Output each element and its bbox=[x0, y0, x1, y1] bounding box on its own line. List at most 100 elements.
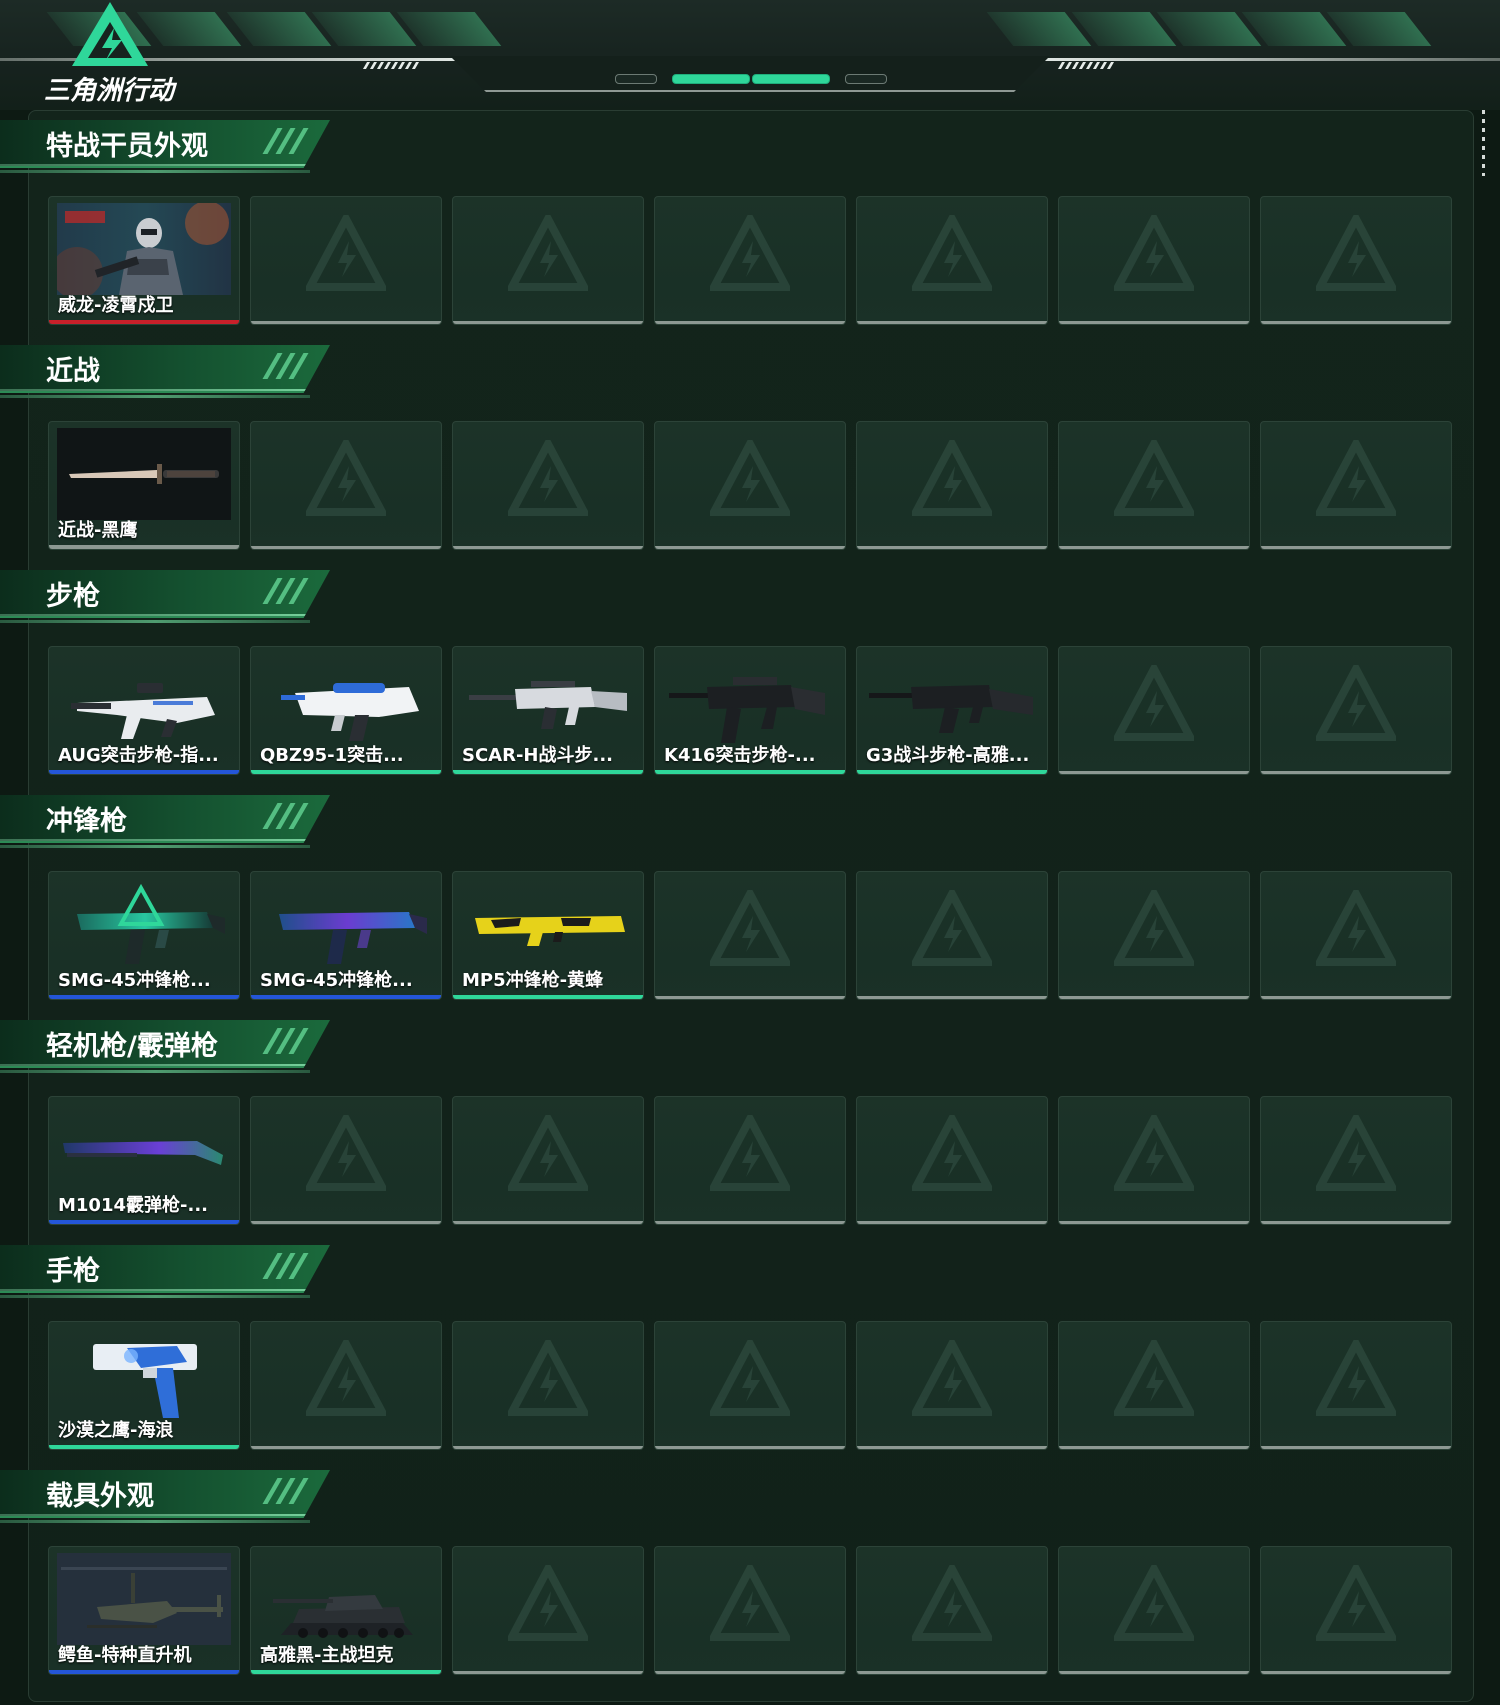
empty-slot-logo-icon bbox=[1316, 890, 1396, 966]
empty-slot-logo-icon bbox=[710, 440, 790, 516]
empty-slot bbox=[1058, 1321, 1250, 1450]
skin-card[interactable]: SMG-45冲锋枪... bbox=[250, 871, 442, 1000]
empty-slot bbox=[654, 421, 846, 550]
empty-slot-logo-icon bbox=[1316, 215, 1396, 291]
empty-slot bbox=[250, 1321, 442, 1450]
rarity-bar bbox=[49, 1445, 239, 1449]
empty-slot-logo-icon bbox=[508, 1115, 588, 1191]
empty-slot bbox=[452, 1096, 644, 1225]
empty-slot bbox=[452, 1546, 644, 1675]
skin-card[interactable]: K416突击步枪-... bbox=[654, 646, 846, 775]
skin-card[interactable]: 沙漠之鹰-海浪 bbox=[48, 1321, 240, 1450]
empty-slot bbox=[654, 1096, 846, 1225]
category-section: 特战干员外观 威龙-凌霄戍卫 bbox=[0, 110, 1500, 335]
empty-slot-logo-icon bbox=[1114, 1340, 1194, 1416]
empty-slot-logo-icon bbox=[912, 215, 992, 291]
rarity-bar bbox=[251, 770, 441, 774]
empty-slot-logo-icon bbox=[508, 1565, 588, 1641]
empty-slot-logo-icon bbox=[912, 890, 992, 966]
rarity-bar bbox=[453, 995, 643, 999]
rarity-bar bbox=[49, 1220, 239, 1224]
empty-slot bbox=[1058, 646, 1250, 775]
qbz-thumbnail bbox=[281, 683, 419, 741]
skin-card-label: 沙漠之鹰-海浪 bbox=[58, 1420, 174, 1441]
section-accent-line bbox=[0, 1520, 310, 1523]
empty-slot-logo-icon bbox=[1316, 1115, 1396, 1191]
empty-slot-logo-icon bbox=[508, 215, 588, 291]
category-section: 载具外观 鳄鱼-特种直升机 高雅黑-主战坦克 bbox=[0, 1460, 1500, 1685]
empty-slot bbox=[1058, 1546, 1250, 1675]
rarity-bar bbox=[49, 770, 239, 774]
bullpup-thumbnail bbox=[71, 683, 215, 739]
skin-card[interactable]: G3战斗步枪-高雅... bbox=[856, 646, 1048, 775]
header-tick bbox=[1092, 62, 1101, 69]
category-section: 近战 近战-黑鹰 bbox=[0, 335, 1500, 560]
header-tick bbox=[369, 62, 378, 69]
smg-teal-thumbnail bbox=[77, 883, 225, 964]
tank-thumbnail bbox=[273, 1595, 413, 1638]
rarity-bar bbox=[49, 995, 239, 999]
section-accent-line bbox=[0, 1070, 310, 1073]
skin-card[interactable]: SCAR-H战斗步... bbox=[452, 646, 644, 775]
rarity-bar bbox=[49, 1670, 239, 1674]
category-section: 手枪 沙漠之鹰-海浪 bbox=[0, 1235, 1500, 1460]
header-tick bbox=[390, 62, 399, 69]
skin-card-label: AUG突击步枪-指... bbox=[58, 745, 219, 766]
empty-slot bbox=[856, 196, 1048, 325]
section-accent-line bbox=[0, 1295, 310, 1298]
header-indicator-active bbox=[672, 74, 750, 84]
skin-card[interactable]: M1014霰弹枪-... bbox=[48, 1096, 240, 1225]
empty-slot-logo-icon bbox=[912, 1565, 992, 1641]
skin-card[interactable]: AUG突击步枪-指... bbox=[48, 646, 240, 775]
header-tick bbox=[1099, 62, 1108, 69]
skin-card-label: SMG-45冲锋枪... bbox=[58, 970, 211, 991]
empty-slot bbox=[452, 421, 644, 550]
empty-slot bbox=[654, 1546, 846, 1675]
empty-slot-logo-icon bbox=[306, 1115, 386, 1191]
empty-slot-logo-icon bbox=[306, 215, 386, 291]
empty-slot-logo-icon bbox=[912, 1115, 992, 1191]
skin-card[interactable]: 威龙-凌霄戍卫 bbox=[48, 196, 240, 325]
header-tick bbox=[376, 62, 385, 69]
empty-slot bbox=[452, 1321, 644, 1450]
skin-card[interactable]: QBZ95-1突击... bbox=[250, 646, 442, 775]
section-title: 步枪 bbox=[46, 581, 100, 612]
skin-card-label: 鳄鱼-特种直升机 bbox=[58, 1645, 192, 1666]
empty-slot-logo-icon bbox=[912, 440, 992, 516]
skin-card-label: SCAR-H战斗步... bbox=[462, 745, 614, 766]
empty-slot-logo-icon bbox=[1114, 440, 1194, 516]
skin-card[interactable]: MP5冲锋枪-黄蜂 bbox=[452, 871, 644, 1000]
skin-card-label: 近战-黑鹰 bbox=[58, 520, 138, 541]
header-tick bbox=[1071, 62, 1080, 69]
rarity-bar bbox=[453, 770, 643, 774]
empty-slot bbox=[856, 1096, 1048, 1225]
header-center-plate bbox=[450, 56, 1050, 92]
header-tick bbox=[1064, 62, 1073, 69]
header-tick bbox=[1078, 62, 1087, 69]
rarity-bar bbox=[49, 545, 239, 549]
section-accent-line bbox=[0, 845, 310, 848]
knife-thumbnail bbox=[57, 428, 231, 520]
skin-card[interactable]: 近战-黑鹰 bbox=[48, 421, 240, 550]
section-title: 载具外观 bbox=[46, 1481, 154, 1512]
rifle-black-thumbnail bbox=[669, 677, 825, 743]
category-section: 冲锋枪 SMG-45冲锋枪... SMG-45冲锋枪... MP5冲锋枪-黄蜂 bbox=[0, 785, 1500, 1010]
empty-slot-logo-icon bbox=[710, 890, 790, 966]
skin-card[interactable]: 鳄鱼-特种直升机 bbox=[48, 1546, 240, 1675]
skin-card[interactable]: 高雅黑-主战坦克 bbox=[250, 1546, 442, 1675]
empty-slot-logo-icon bbox=[1316, 1565, 1396, 1641]
smg-yellow-thumbnail bbox=[475, 916, 625, 946]
empty-slot bbox=[452, 196, 644, 325]
pistol-thumbnail bbox=[93, 1344, 197, 1418]
empty-slot bbox=[250, 421, 442, 550]
section-title: 手枪 bbox=[46, 1256, 100, 1287]
smg-purple-thumbnail bbox=[279, 912, 427, 964]
empty-slot bbox=[654, 1321, 846, 1450]
empty-slot-logo-icon bbox=[710, 1115, 790, 1191]
rarity-bar bbox=[251, 995, 441, 999]
header-tick bbox=[404, 62, 413, 69]
empty-slot bbox=[1260, 871, 1452, 1000]
empty-slot-logo-icon bbox=[306, 1340, 386, 1416]
skin-card[interactable]: SMG-45冲锋枪... bbox=[48, 871, 240, 1000]
section-title: 冲锋枪 bbox=[46, 806, 127, 837]
